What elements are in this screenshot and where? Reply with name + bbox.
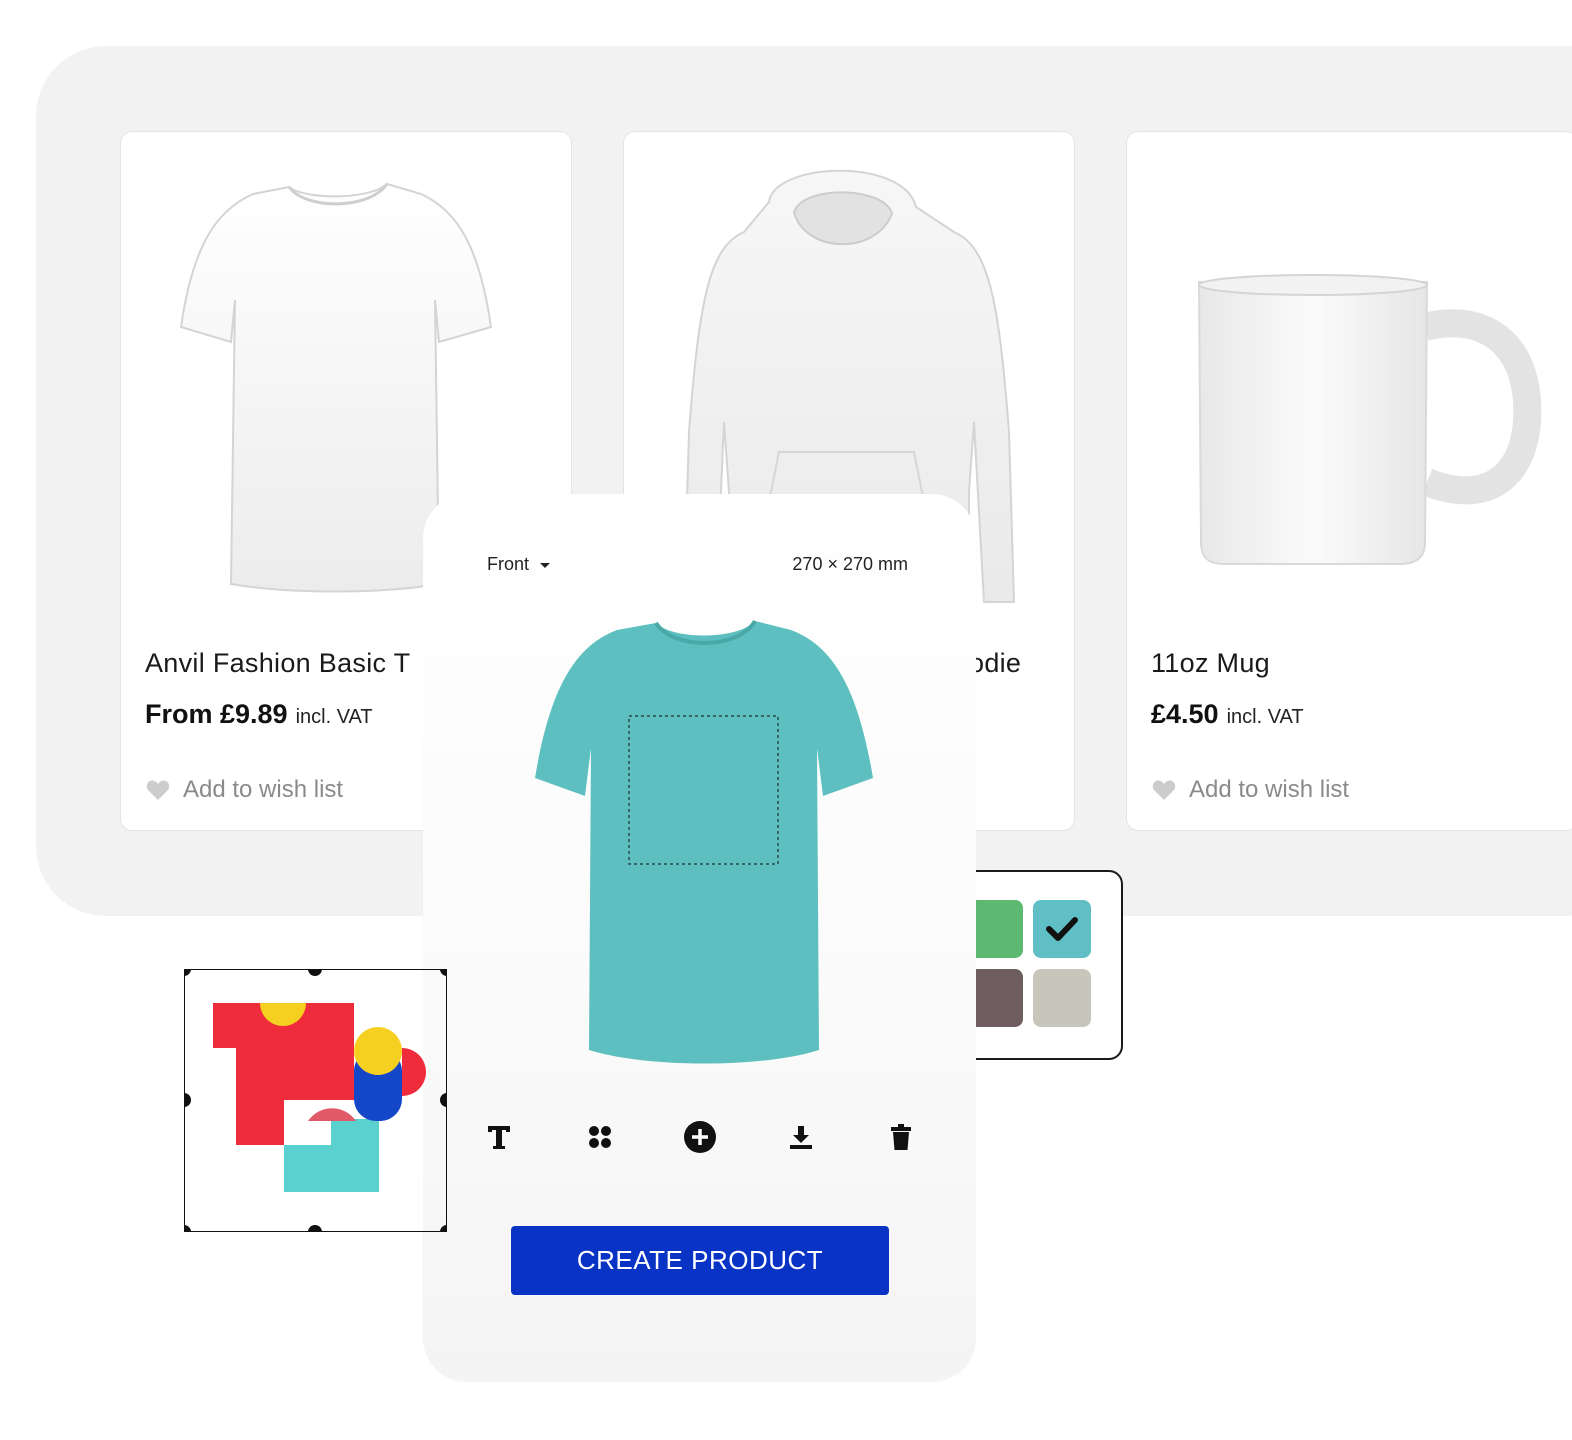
shirt-preview[interactable] (533, 618, 875, 1070)
product-card-mug[interactable]: 11oz Mug £4.50 incl. VAT Add to wish list (1126, 131, 1572, 831)
layout-icon (588, 1126, 611, 1148)
wish-list-label: Add to wish list (183, 776, 344, 803)
trash-icon (891, 1124, 911, 1150)
product-title[interactable]: Anvil Fashion Basic T (145, 648, 410, 679)
add-element-button[interactable] (672, 1112, 728, 1162)
print-dimensions: 270 × 270 mm (792, 554, 908, 574)
download-icon (789, 1126, 812, 1149)
wish-list-link[interactable]: Add to wish list (145, 776, 343, 804)
price-row: From £9.89 incl. VAT (145, 699, 373, 730)
text-icon (488, 1126, 510, 1149)
vat-label: incl. VAT (295, 706, 373, 728)
side-label: Front (487, 554, 530, 574)
design-artwork[interactable] (184, 969, 447, 1232)
product-title[interactable]: odie (969, 648, 1021, 679)
mug-image (1197, 274, 1542, 565)
product-title[interactable]: 11oz Mug (1151, 648, 1270, 679)
check-icon (1046, 917, 1078, 941)
price-row: £4.50 incl. VAT (1151, 699, 1304, 730)
color-picker (955, 870, 1123, 1060)
download-button[interactable] (773, 1112, 829, 1162)
wish-list-label: Add to wish list (1189, 776, 1350, 803)
color-swatch-teal[interactable] (1033, 900, 1091, 958)
caret-down-icon (540, 562, 551, 568)
heart-icon (146, 780, 170, 800)
vat-label: incl. VAT (1226, 706, 1304, 728)
add-icon (684, 1121, 716, 1153)
wish-list-link[interactable]: Add to wish list (1151, 776, 1349, 804)
side-selector[interactable]: Front (487, 554, 555, 575)
color-swatch-stone[interactable] (1033, 969, 1091, 1027)
delete-button[interactable] (873, 1112, 929, 1162)
product-price: £4.50 (1151, 699, 1219, 729)
heart-icon (1152, 780, 1176, 800)
add-text-button[interactable] (471, 1112, 527, 1162)
product-editor: Front 270 × 270 mm CREATE PRODUCT (423, 494, 976, 1382)
product-price: From £9.89 (145, 699, 288, 729)
layout-button[interactable] (572, 1112, 628, 1162)
create-product-button[interactable]: CREATE PRODUCT (511, 1226, 889, 1295)
editor-toolbar (471, 1112, 929, 1162)
